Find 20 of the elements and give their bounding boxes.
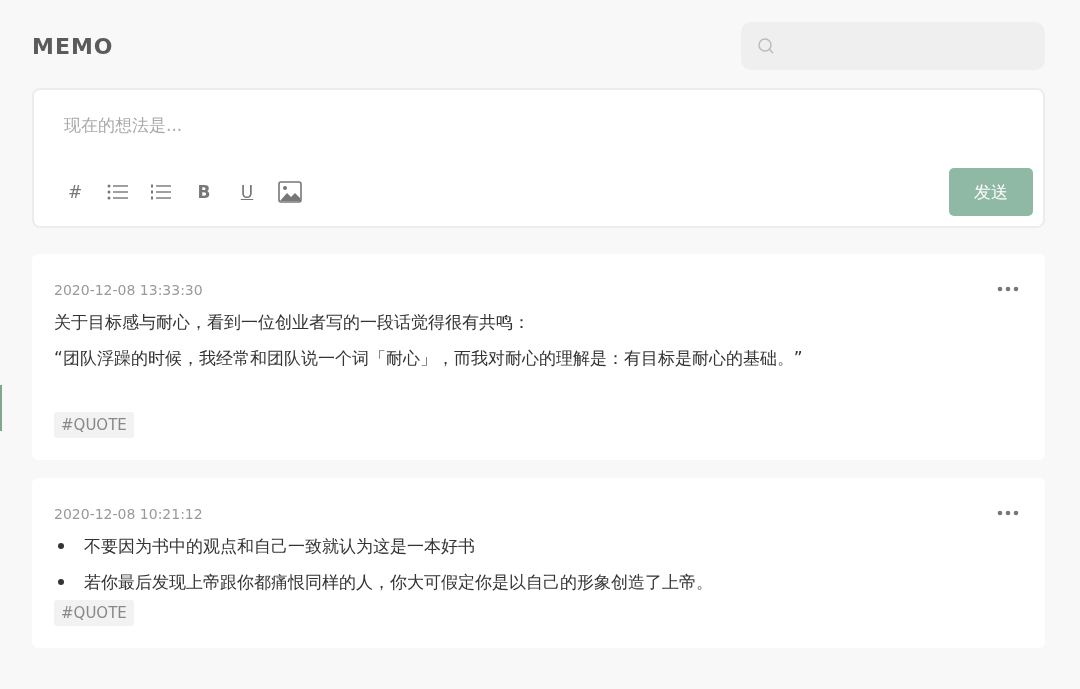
page-title: MEMO xyxy=(32,33,114,59)
memo-text: 若你最后发现上帝跟你都痛恨同样的人，你大可假定你是以自己的形象创造了上帝。 xyxy=(84,571,713,594)
memo-time: 2020-12-08 13:33:30 xyxy=(54,282,203,298)
image-icon[interactable] xyxy=(277,179,303,205)
memo-text: 不要因为书中的观点和自己一致就认为这是一本好书 xyxy=(84,535,475,558)
more-icon[interactable] xyxy=(997,286,1019,292)
bullet-icon xyxy=(58,579,64,585)
search-icon xyxy=(757,37,775,55)
memo-tag[interactable]: #QUOTE xyxy=(54,412,134,438)
more-icon[interactable] xyxy=(997,510,1019,516)
underline-tool[interactable]: U xyxy=(234,179,260,205)
memo-text: 关于目标感与耐心，看到一位创业者写的一段话觉得很有共鸣： xyxy=(54,311,531,334)
memo-tag[interactable]: #QUOTE xyxy=(54,600,134,626)
bullet-icon xyxy=(58,543,64,549)
memo-time: 2020-12-08 10:21:12 xyxy=(54,506,203,522)
memo-text: “团队浮躁的时候，我经常和团队说一个词「耐心」，而我对耐心的理解是：有目标是耐心的基础。” xyxy=(54,347,804,370)
bold-tool[interactable]: B xyxy=(191,179,217,205)
search-field[interactable] xyxy=(741,22,1045,70)
edge-marker xyxy=(0,385,2,431)
tag-tool[interactable]: # xyxy=(62,179,88,205)
